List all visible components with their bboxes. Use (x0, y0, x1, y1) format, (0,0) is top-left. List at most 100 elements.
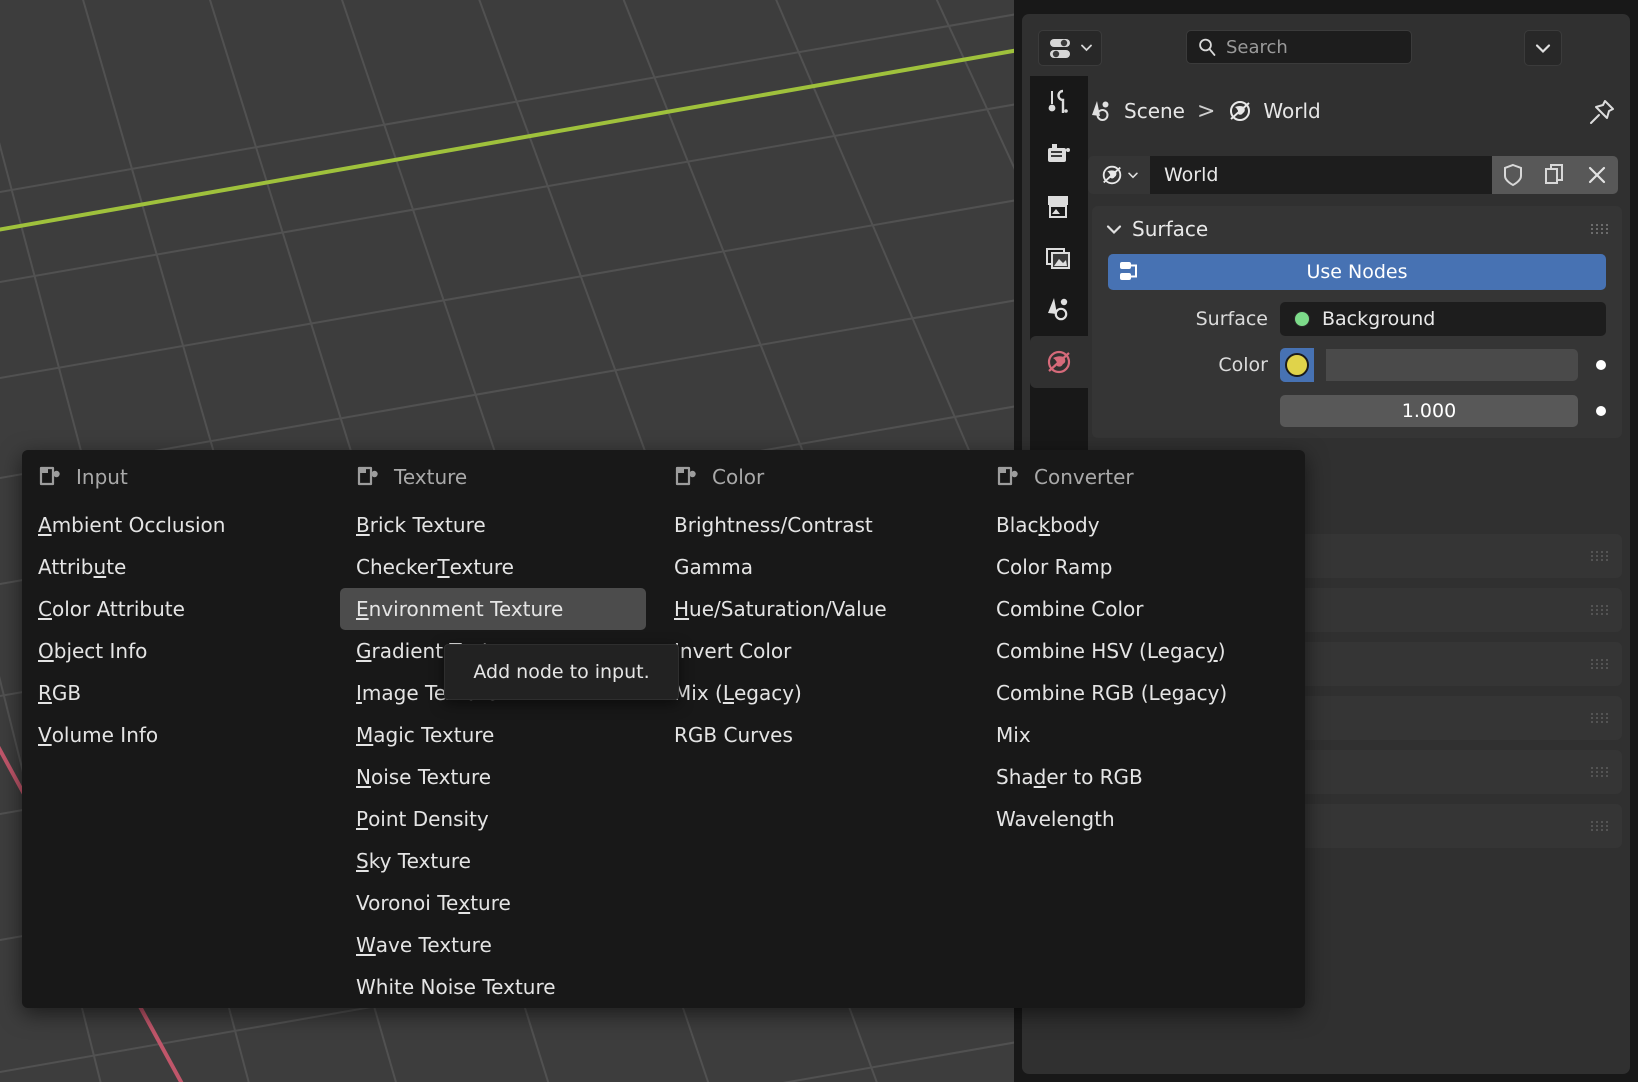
breadcrumb: Scene > World (1088, 90, 1628, 132)
surface-shader-label: Surface (1195, 308, 1268, 330)
menu-item[interactable]: Attrib u te (22, 546, 328, 588)
surface-color-row: Color (1108, 348, 1606, 382)
surface-color-label: Color (1218, 354, 1268, 376)
node-category-icon (675, 466, 696, 486)
breadcrumb-world[interactable]: World (1263, 99, 1320, 123)
menu-item[interactable]: Brick Texture (340, 504, 646, 546)
menu-item[interactable]: Checker Texture (340, 546, 646, 588)
menu-column-title: Converter (1034, 465, 1134, 489)
menu-item[interactable]: Blac k body (980, 504, 1286, 546)
menu-item[interactable]: Invert Color (658, 630, 964, 672)
menu-item[interactable]: Wavelength (980, 798, 1286, 840)
tooltip: Add node to input. (444, 644, 679, 700)
fake-user-button[interactable] (1492, 156, 1534, 194)
properties-header: Search (1022, 14, 1630, 76)
menu-column-title: Input (76, 465, 128, 489)
menu-item[interactable]: Color Ramp (980, 546, 1286, 588)
menu-column-header: Input (22, 450, 342, 504)
color-socket-dot-icon (1285, 353, 1309, 377)
tool-icon (1048, 89, 1068, 113)
grip-dots-icon (1591, 224, 1608, 234)
scene-cone-icon (1092, 101, 1109, 121)
menu-item[interactable]: Sha d er to RGB (980, 756, 1286, 798)
unlink-button[interactable] (1576, 156, 1618, 194)
menu-item[interactable]: Object Info (22, 630, 328, 672)
menu-item[interactable]: White Noise Texture (340, 966, 646, 1008)
strength-number-field[interactable]: 1.000 (1280, 395, 1578, 427)
color-socket-button[interactable] (1280, 348, 1314, 382)
tab-render[interactable] (1030, 128, 1088, 180)
tab-world[interactable] (1030, 336, 1088, 388)
tooltip-text: Add node to input. (473, 661, 650, 683)
chevron-down-icon (1106, 224, 1122, 234)
copy-icon (1545, 164, 1563, 184)
surface-panel-header[interactable]: Surface (1092, 206, 1622, 252)
menu-column-color: Color Brightness/Contrast Gamma Hue/Saturat… (658, 450, 978, 756)
display-mode-dropdown[interactable] (1038, 30, 1102, 66)
pin-id-button[interactable] (1588, 98, 1616, 126)
menu-item[interactable]: Combine Color (980, 588, 1286, 630)
breadcrumb-scene[interactable]: Scene (1124, 99, 1185, 123)
add-node-menu[interactable]: Input Ambient Occlusion Attrib u te Color Att… (22, 450, 1305, 1008)
menu-item[interactable]: Brightness/Contrast (658, 504, 964, 546)
surface-shader-row: Surface Background (1108, 302, 1606, 336)
surface-panel: Surface Use Nodes Surface Background Col… (1092, 206, 1622, 438)
menu-item[interactable]: Environment Texture (340, 588, 646, 630)
chevron-down-icon (1128, 172, 1138, 178)
menu-item[interactable]: Ambient Occlusion (22, 504, 328, 546)
chevron-down-icon (1081, 44, 1092, 52)
duplicate-button[interactable] (1534, 156, 1576, 194)
id-type-dropdown[interactable] (1088, 156, 1150, 194)
menu-item[interactable]: Mix (Legacy) (658, 672, 964, 714)
animate-property-dot[interactable] (1596, 406, 1606, 416)
menu-item[interactable]: Voronoi Te x ture (340, 882, 646, 924)
grip-dots-icon (1591, 821, 1608, 831)
scene-cone-icon (1048, 298, 1068, 321)
menu-item[interactable]: Combine HSV (Legac y) (980, 630, 1286, 672)
grip-dots-icon (1591, 713, 1608, 723)
menu-item[interactable]: Hue/Saturation/Value (658, 588, 964, 630)
menu-item[interactable]: Mix (980, 714, 1286, 756)
menu-item[interactable]: Combine RGB (Legacy) (980, 672, 1286, 714)
search-icon (1199, 38, 1216, 56)
tab-scene[interactable] (1030, 284, 1088, 336)
menu-column-header: Color (658, 450, 978, 504)
menu-column-title: Texture (394, 465, 468, 489)
use-nodes-label: Use Nodes (1306, 261, 1408, 283)
menu-item[interactable]: Color Attribute (22, 588, 328, 630)
animate-property-dot[interactable] (1596, 360, 1606, 370)
tab-tool[interactable] (1030, 76, 1088, 128)
node-category-icon (39, 466, 60, 486)
menu-item[interactable]: Volume Info (22, 714, 328, 756)
world-name-field[interactable]: World (1150, 156, 1492, 194)
chevron-down-icon (1535, 43, 1551, 53)
menu-item[interactable]: Magic Texture (340, 714, 646, 756)
printer-output-icon (1048, 196, 1068, 218)
nodes-icon (1120, 262, 1137, 280)
tab-view-layer[interactable] (1030, 232, 1088, 284)
menu-item[interactable]: Gamma (658, 546, 964, 588)
menu-column-input: Input Ambient Occlusion Attrib u te Color Att… (22, 450, 342, 756)
menu-item[interactable]: Sky Texture (340, 840, 646, 882)
header-expand-button[interactable] (1524, 30, 1562, 66)
shield-icon (1504, 163, 1522, 187)
search-placeholder-text: Search (1226, 36, 1288, 58)
world-globe-icon (1047, 350, 1071, 374)
menu-item[interactable]: R GB (22, 672, 328, 714)
surface-strength-row: 1.000 (1108, 394, 1606, 428)
pin-icon (1590, 100, 1614, 124)
menu-item[interactable]: Point Density (340, 798, 646, 840)
menu-item[interactable]: Noise Texture (340, 756, 646, 798)
surface-shader-select[interactable]: Background (1280, 302, 1606, 336)
node-category-icon (997, 466, 1018, 486)
grip-dots-icon (1591, 767, 1608, 777)
menu-column-converter: Converter Blac k body Color Ramp Combine Colo… (980, 450, 1300, 840)
images-layer-icon (1046, 248, 1070, 269)
menu-item[interactable]: Wave Texture (340, 924, 646, 966)
color-swatch-field[interactable] (1326, 349, 1578, 381)
search-input[interactable]: Search (1186, 30, 1412, 64)
grip-dots-icon (1591, 551, 1608, 561)
use-nodes-button[interactable]: Use Nodes (1108, 254, 1606, 290)
tab-output[interactable] (1030, 180, 1088, 232)
menu-item[interactable]: RGB Curves (658, 714, 964, 756)
